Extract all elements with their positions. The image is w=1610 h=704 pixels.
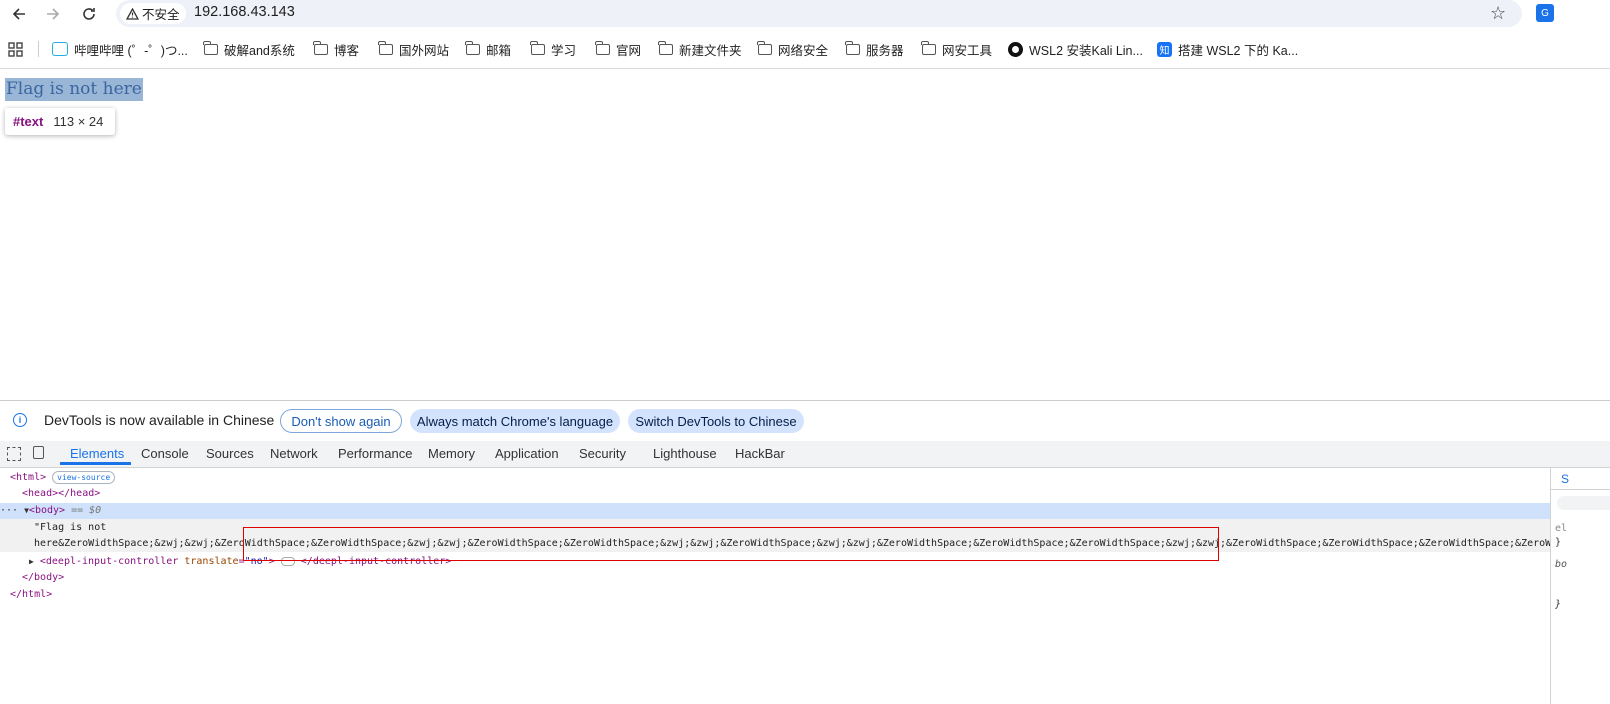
- site-info-chip[interactable]: 不安全: [120, 3, 186, 24]
- url-text[interactable]: 192.168.43.143: [194, 4, 295, 20]
- folder-icon: [595, 40, 610, 55]
- forward-button[interactable]: [40, 2, 66, 26]
- back-button[interactable]: [6, 2, 32, 26]
- folder-icon: [845, 40, 860, 55]
- apps-grid-icon[interactable]: [8, 39, 23, 59]
- reload-icon: [83, 8, 95, 20]
- folder-icon: [921, 40, 936, 55]
- tab-elements[interactable]: Elements: [70, 446, 124, 461]
- bilibili-icon: [52, 42, 68, 56]
- selected-node-highlight: [0, 503, 1550, 519]
- folder-icon: [757, 40, 772, 55]
- folder-icon: [313, 40, 328, 55]
- bookmark-item[interactable]: 新建文件夹: [658, 39, 742, 59]
- inspect-element-icon[interactable]: [7, 447, 21, 461]
- back-arrow-icon: [12, 8, 25, 20]
- tab-lighthouse[interactable]: Lighthouse: [653, 446, 717, 461]
- translate-extension-icon[interactable]: G: [1536, 4, 1554, 22]
- inspect-tooltip: #text 113 × 24: [5, 108, 115, 135]
- folder-icon: [658, 40, 673, 55]
- reload-button[interactable]: [76, 2, 102, 26]
- browser-toolbar: 不安全 192.168.43.143 ☆ G: [0, 0, 1610, 28]
- dom-text-node-line1[interactable]: "Flag is not: [34, 520, 106, 536]
- folder-icon: [465, 40, 480, 55]
- bookmark-item[interactable]: 哔哩哔哩 (゜-゜)つ...: [52, 39, 188, 59]
- tab-console[interactable]: Console: [141, 446, 189, 461]
- always-match-language-button[interactable]: Always match Chrome's language: [410, 409, 620, 433]
- dom-line-html-close[interactable]: </html>: [10, 587, 52, 603]
- infobar-message: DevTools is now available in Chinese: [44, 412, 275, 428]
- bookmark-item[interactable]: 知 搭建 WSL2 下的 Ka...: [1157, 39, 1298, 59]
- bookmark-item[interactable]: 官网: [595, 39, 641, 59]
- tab-memory[interactable]: Memory: [428, 446, 475, 461]
- tab-application[interactable]: Application: [495, 446, 559, 461]
- tab-network[interactable]: Network: [270, 446, 318, 461]
- elements-tree: <html> view-source <head></head> ··· ▼<b…: [0, 468, 1550, 704]
- device-toolbar-icon[interactable]: [33, 446, 44, 459]
- tooltip-node-type: #text: [13, 114, 44, 129]
- bookmark-item[interactable]: 破解and系统: [203, 39, 295, 59]
- styles-pane: el } bo }: [1551, 467, 1610, 704]
- dom-line-html[interactable]: <html> view-source: [10, 470, 116, 486]
- bookmark-item[interactable]: WSL2 安装Kali Lin...: [1008, 39, 1143, 59]
- bookmarks-bar: 哔哩哔哩 (゜-゜)つ... 破解and系统 博客 国外网站 邮箱 学习 官网 …: [0, 36, 1610, 62]
- zhihu-icon: 知: [1157, 41, 1172, 57]
- switch-devtools-chinese-button[interactable]: Switch DevTools to Chinese: [628, 409, 804, 433]
- tooltip-dimensions: 113 × 24: [53, 114, 104, 129]
- address-bar[interactable]: 不安全 192.168.43.143 ☆: [116, 0, 1522, 27]
- not-secure-label: 不安全: [142, 8, 180, 22]
- bookmark-item[interactable]: 服务器: [845, 39, 904, 59]
- bookmark-star-icon[interactable]: ☆: [1490, 3, 1506, 24]
- page-body-text: Flag is not here: [5, 78, 143, 101]
- tab-performance[interactable]: Performance: [338, 446, 412, 461]
- bookmark-item[interactable]: 邮箱: [465, 39, 511, 59]
- dom-line-body[interactable]: ··· ▼<body> == $0: [0, 503, 101, 519]
- bookmark-item[interactable]: 网络安全: [757, 39, 828, 59]
- tab-sources[interactable]: Sources: [206, 446, 254, 461]
- bookmark-item[interactable]: 学习: [530, 39, 576, 59]
- folder-icon: [203, 40, 218, 55]
- folder-icon: [530, 40, 545, 55]
- forward-arrow-icon: [47, 8, 60, 20]
- warning-icon: [126, 7, 139, 20]
- dont-show-again-button[interactable]: Don't show again: [280, 409, 402, 433]
- bookmark-item[interactable]: 国外网站: [378, 39, 449, 59]
- dom-line-head[interactable]: <head></head>: [22, 486, 100, 502]
- bookmark-item[interactable]: 网安工具: [921, 39, 992, 59]
- dom-line-body-close[interactable]: </body>: [22, 570, 64, 586]
- folder-icon: [378, 40, 393, 55]
- tab-hackbar[interactable]: HackBar: [735, 446, 785, 461]
- bookmark-item[interactable]: 博客: [313, 39, 359, 59]
- info-icon: i: [13, 413, 27, 427]
- tab-security[interactable]: Security: [579, 446, 626, 461]
- view-source-badge[interactable]: view-source: [52, 470, 116, 484]
- annotation-red-box: [243, 527, 1219, 561]
- github-icon: [1008, 41, 1023, 57]
